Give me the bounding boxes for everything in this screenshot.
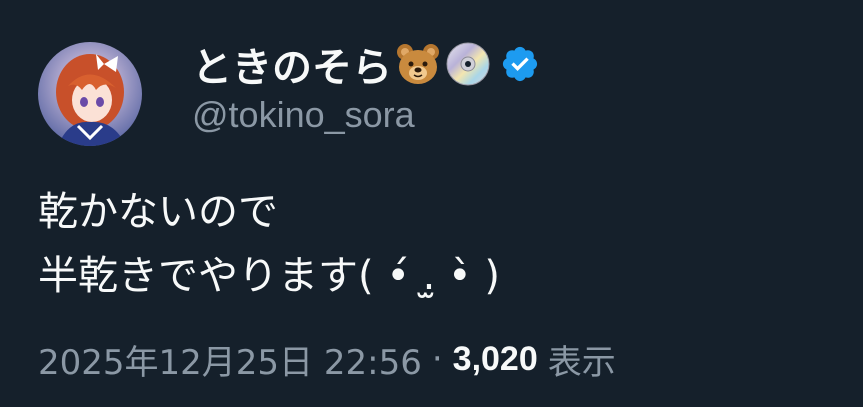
- tweet-text-line-1: 乾かないので: [38, 189, 278, 235]
- meta-separator: ·: [431, 339, 443, 379]
- author-handle[interactable]: @tokino_sora: [192, 94, 415, 136]
- tweet: ときのそら @tokino_sora 乾かないので 半乾きでやります(•́ .…: [0, 0, 863, 407]
- timestamp-link[interactable]: 2025年12月25日 22:56: [38, 335, 422, 384]
- tweet-text-line-2: 半乾きでやります( •́ .̫ •̀ ): [38, 253, 500, 299]
- author-name-row: ときのそら: [192, 36, 540, 92]
- bear-face-emoji: [394, 40, 442, 88]
- verified-badge-icon[interactable]: [500, 44, 540, 84]
- views-label: 表示: [547, 342, 616, 383]
- tweet-text: 乾かないので 半乾きでやります( •́ .̫ •̀ ): [38, 180, 838, 308]
- avatar[interactable]: [38, 42, 142, 146]
- dvd-emoji: [444, 40, 492, 88]
- tweet-meta: 2025年12月25日 22:56 · 3,020 表示: [38, 334, 616, 384]
- display-name[interactable]: ときのそら: [192, 35, 392, 93]
- views-count[interactable]: 3,020: [453, 340, 538, 379]
